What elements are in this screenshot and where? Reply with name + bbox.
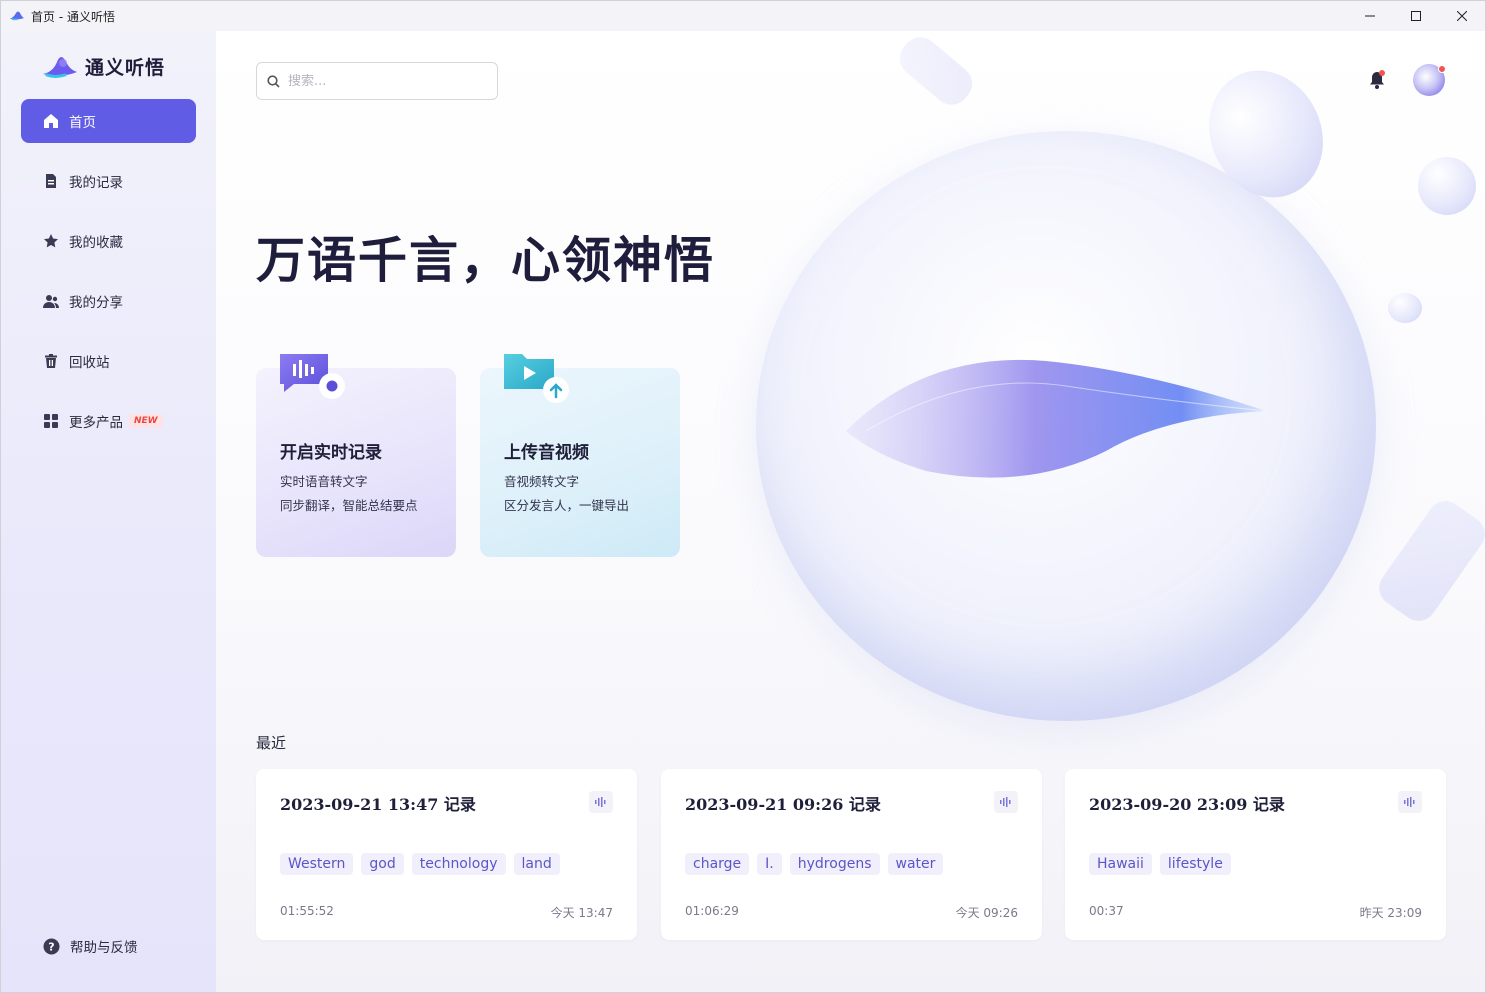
help-feedback-link[interactable]: ? 帮助与反馈 [43,936,138,956]
notification-bell-icon[interactable] [1366,69,1388,91]
card-desc-line1: 实时语音转文字 [280,474,368,489]
app-logo[interactable]: 通义听悟 [41,53,165,80]
sidebar-item-shares[interactable]: 我的分享 [21,279,196,323]
hero-wave-illustration [846,359,1267,478]
card-title: 开启实时记录 [280,443,382,463]
keyword-tag[interactable]: hydrogens [789,853,880,875]
people-icon [43,295,59,308]
record-time: 昨天 23:09 [1359,906,1422,920]
close-icon [1457,11,1467,21]
keyword-tag[interactable]: I. [757,853,782,875]
sidebar-item-home[interactable]: 首页 [21,99,196,143]
upload-folder-icon [504,354,569,403]
sidebar-item-trash[interactable]: 回收站 [21,339,196,383]
decor-bubble [1418,157,1476,215]
keyword-tag[interactable]: technology [411,853,506,875]
sidebar-item-more-products[interactable]: 更多产品 NEW [21,399,196,443]
star-icon [44,234,58,248]
sidebar-item-favorites[interactable]: 我的收藏 [21,219,196,263]
record-duration: 00:37 [1089,904,1124,918]
keyword-tag[interactable]: Western [280,853,354,875]
keyword-tag[interactable]: charge [685,853,750,875]
app-name: 通义听悟 [85,57,166,79]
home-icon [44,114,58,128]
app-logo-icon [10,11,24,21]
trash-icon [45,354,57,368]
sidebar-item-label: 我的收藏 [69,235,123,251]
record-tags: Western god technology land [280,853,568,875]
sidebar-item-label: 更多产品 [69,415,123,431]
recent-record-card[interactable]: 2023-09-21 09:26 记录 charge I. hydrogens … [661,769,1042,940]
start-realtime-recording-card[interactable]: 开启实时记录 实时语音转文字 同步翻译，智能总结要点 [256,354,456,557]
keyword-tag[interactable]: god [361,853,404,875]
sidebar-item-label: 我的分享 [69,295,123,311]
help-label: 帮助与反馈 [70,940,138,956]
title-bar: 首页 - 通义听悟 [1,1,1485,31]
sidebar-nav: 首页 我的记录 我的收藏 我的分享 回收站 更多产品 NEW [21,99,196,459]
search-box[interactable] [256,62,498,100]
mic-bubble-icon [280,354,345,399]
close-button[interactable] [1439,1,1485,31]
keyword-tag[interactable]: water [887,853,944,875]
record-title: 2023-09-21 13:47 记录 [280,795,476,814]
help-icon: ? [43,938,60,954]
card-desc-line2: 同步翻译，智能总结要点 [280,498,418,513]
keyword-tag[interactable]: Hawaii [1089,853,1152,875]
maximize-icon [1411,11,1421,21]
keyword-tag[interactable]: lifestyle [1159,853,1231,875]
keyword-tag[interactable]: land [513,853,560,875]
main-content: 万语千言，心领神悟 开启实时记录 实时语音转文字 同步翻译，智能总结要点 上传音… [216,31,1485,992]
sidebar-item-label: 我的记录 [69,175,123,191]
card-desc-line2: 区分发言人，一键导出 [504,498,630,513]
hero-title: 万语千言，心领神悟 [256,232,716,289]
record-tags: Hawaii lifestyle [1089,853,1239,875]
decor-glass [892,31,980,113]
upload-audio-video-card[interactable]: 上传音视频 音视频转文字 区分发言人，一键导出 [480,354,680,557]
decor-glass [1372,494,1485,628]
search-icon [267,74,280,88]
record-tags: charge I. hydrogens water [685,853,951,875]
audio-wave-icon [589,791,613,813]
document-icon [46,174,56,188]
record-duration: 01:06:29 [685,904,739,918]
minimize-button[interactable] [1347,1,1393,31]
search-input[interactable] [288,73,478,89]
record-time: 今天 13:47 [550,906,613,920]
grid-icon [44,414,58,428]
recent-record-card[interactable]: 2023-09-21 13:47 记录 Western god technolo… [256,769,637,940]
window-title: 首页 - 通义听悟 [31,9,115,24]
app-window: 首页 - 通义听悟 通义听悟 首页 我的记录 我的收藏 我的分享 回收站 更多产… [0,0,1486,993]
avatar-status-dot [1438,65,1446,73]
record-title: 2023-09-20 23:09 记录 [1089,795,1285,814]
maximize-button[interactable] [1393,1,1439,31]
card-title: 上传音视频 [504,443,589,463]
svg-text:?: ? [48,940,54,953]
audio-wave-icon [994,791,1018,813]
sidebar-item-label: 回收站 [69,355,110,371]
record-title: 2023-09-21 09:26 记录 [685,795,881,814]
card-desc-line1: 音视频转文字 [504,474,580,489]
record-time: 今天 09:26 [955,906,1018,920]
sidebar-item-records[interactable]: 我的记录 [21,159,196,203]
audio-wave-icon [1398,791,1422,813]
decor-bubble [1388,293,1422,323]
record-duration: 01:55:52 [280,904,334,918]
minimize-icon [1365,15,1375,17]
logo-icon [43,56,77,78]
recent-record-card[interactable]: 2023-09-20 23:09 记录 Hawaii lifestyle 00:… [1065,769,1446,940]
new-badge: NEW [129,414,163,428]
sidebar-item-label: 首页 [69,115,96,131]
recent-section-label: 最近 [256,734,287,752]
sidebar: 通义听悟 首页 我的记录 我的收藏 我的分享 回收站 更多产品 NEW ? 帮助… [1,31,216,992]
user-avatar[interactable] [1413,64,1446,96]
